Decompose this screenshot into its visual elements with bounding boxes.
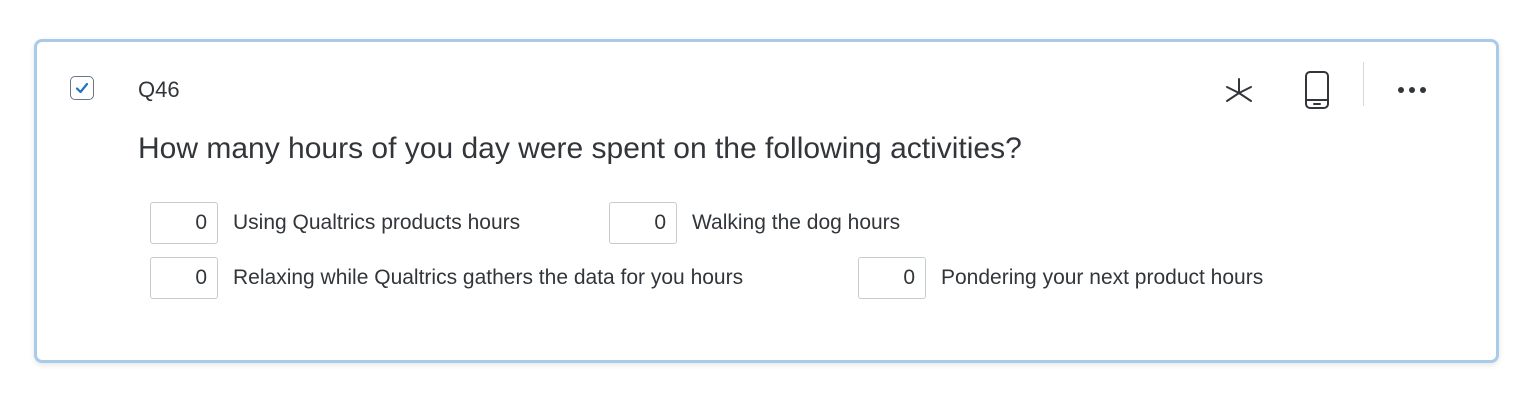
question-text: How many hours of you day were spent on … xyxy=(138,132,1022,165)
more-options-icon xyxy=(1398,87,1426,93)
choice-label: Using Qualtrics products hours xyxy=(233,211,521,234)
question-card[interactable]: Q46 How many hours of you day were spent xyxy=(34,39,1499,363)
choice-row: Relaxing while Qualtrics gathers the dat… xyxy=(150,257,743,299)
required-toggle-button[interactable] xyxy=(1217,68,1261,116)
question-id-label: Q46 xyxy=(138,77,180,102)
choice-number-input[interactable] xyxy=(150,202,218,244)
choice-row: Pondering your next product hours xyxy=(858,257,1263,299)
mobile-preview-button[interactable] xyxy=(1295,66,1339,114)
toolbar-divider xyxy=(1363,62,1364,106)
mobile-preview-icon xyxy=(1305,71,1329,109)
choice-label: Pondering your next product hours xyxy=(941,266,1264,289)
asterisk-icon xyxy=(1226,78,1252,102)
choice-number-input[interactable] xyxy=(858,257,926,299)
choice-label: Walking the dog hours xyxy=(692,211,901,234)
choice-row: Using Qualtrics products hours xyxy=(150,202,520,244)
question-select-checkbox[interactable] xyxy=(70,76,94,100)
checkmark-icon xyxy=(75,82,89,94)
more-options-button[interactable] xyxy=(1390,66,1434,114)
choice-label: Relaxing while Qualtrics gathers the dat… xyxy=(233,266,744,289)
choice-row: Walking the dog hours xyxy=(609,202,900,244)
choice-number-input[interactable] xyxy=(150,257,218,299)
choice-number-input[interactable] xyxy=(609,202,677,244)
